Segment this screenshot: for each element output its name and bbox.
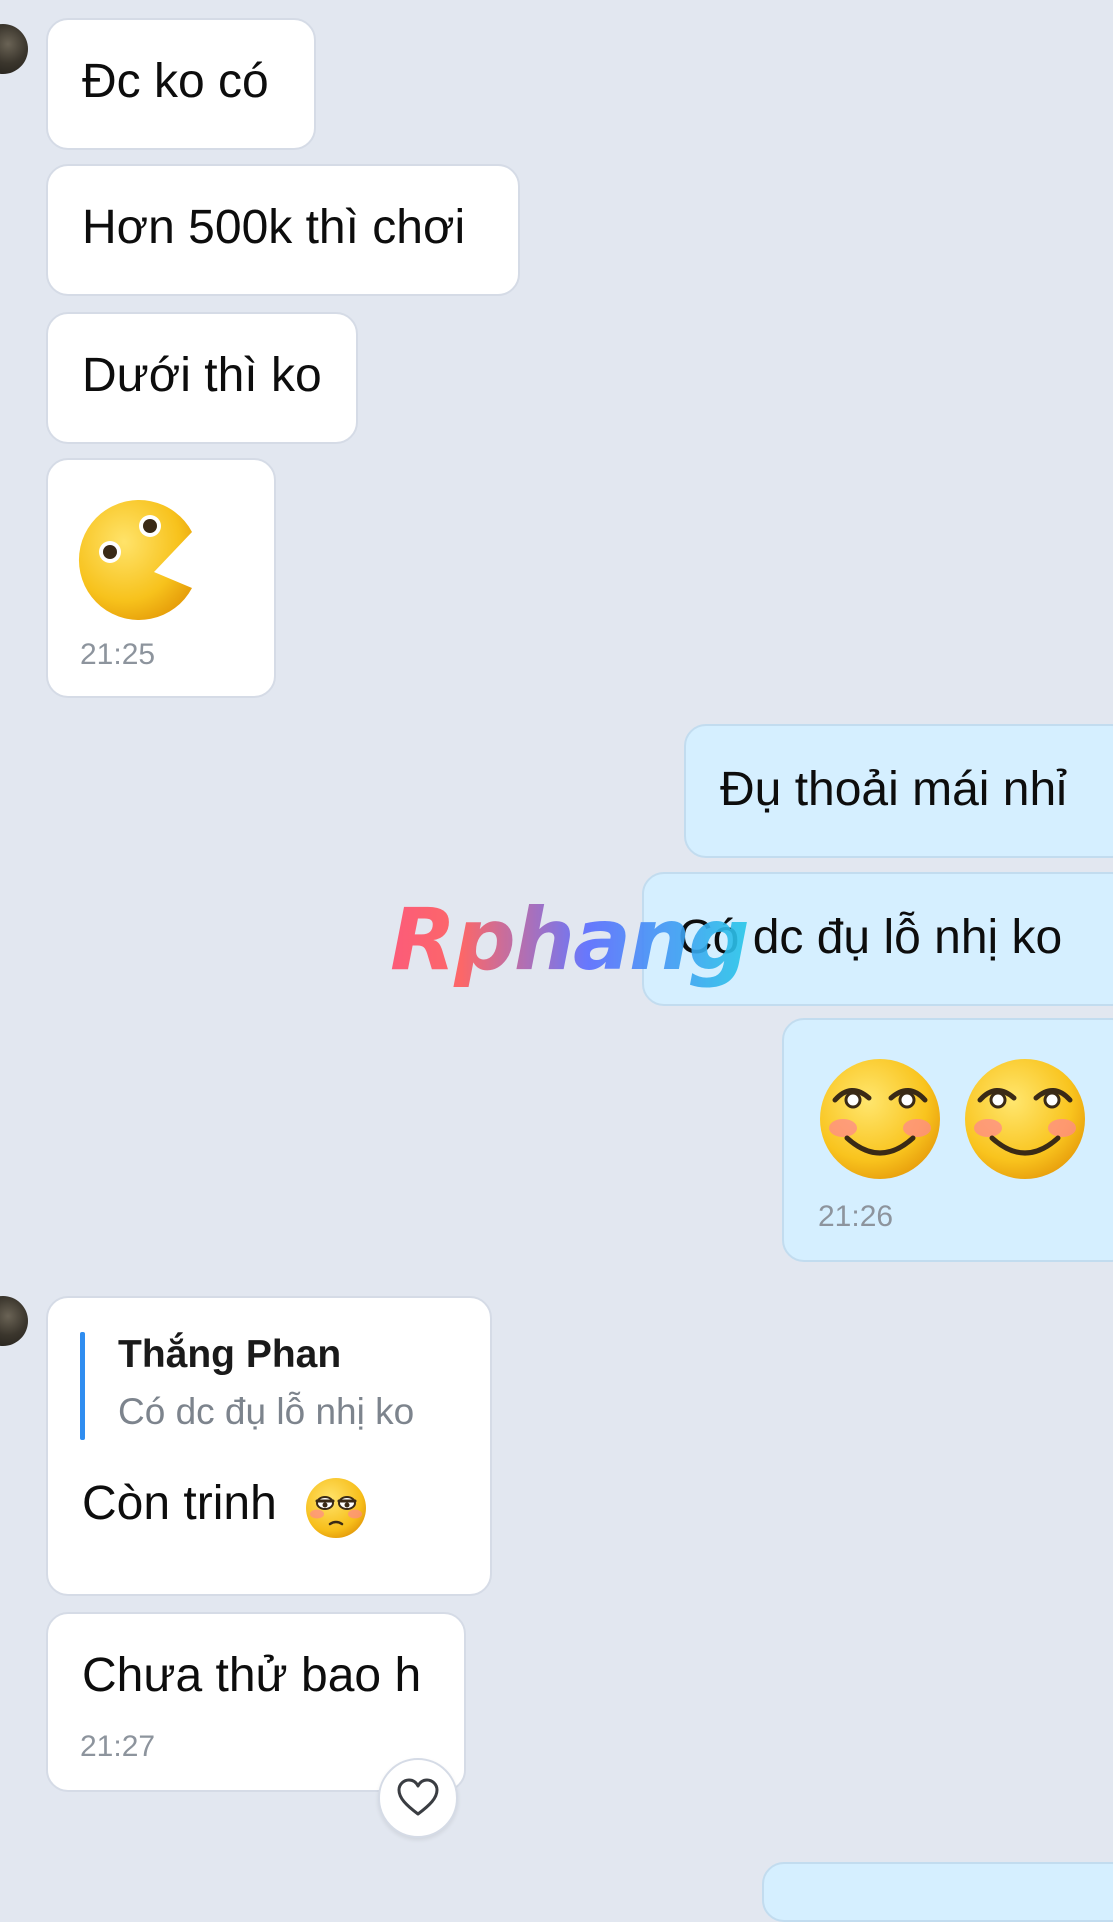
reply-quote-text: Có dc đụ lỗ nhị ko (118, 1391, 415, 1432)
reply-quote-sender: Thắng Phan (118, 1333, 342, 1376)
message-text: Đc ko có (82, 55, 269, 108)
pacman-face-sticker (78, 500, 192, 620)
shy-smile-sticker (820, 1059, 940, 1179)
message-timestamp: 21:26 (818, 1200, 894, 1233)
message-bubble-outgoing[interactable]: 21:26 (782, 1018, 1113, 1262)
message-bubble-incoming[interactable]: 21:25 (46, 458, 276, 698)
heart-outline-icon (397, 1778, 439, 1816)
message-text: Dưới thì ko (82, 349, 322, 402)
watermark-logo: Rphang (390, 890, 750, 990)
message-bubble-outgoing[interactable]: Đụ thoải mái nhỉ (684, 724, 1113, 858)
contact-avatar[interactable] (0, 24, 28, 74)
message-bubble-incoming[interactable]: Hơn 500k thì chơi (46, 164, 520, 296)
message-text: Hơn 500k thì chơi (82, 201, 466, 254)
message-text: Đụ thoải mái nhỉ (720, 763, 1067, 816)
reply-quote-bar (80, 1332, 85, 1440)
contact-avatar[interactable] (0, 1296, 28, 1346)
message-bubble-outgoing[interactable] (762, 1862, 1113, 1922)
message-bubble-incoming[interactable]: Thắng Phan Có dc đụ lỗ nhị ko Còn trinh (46, 1296, 492, 1596)
message-bubble-incoming[interactable]: Dưới thì ko (46, 312, 358, 444)
message-text: Còn trinh (82, 1477, 277, 1530)
tired-face-emoji (306, 1478, 366, 1538)
message-text: Chưa thử bao h (82, 1649, 422, 1702)
reaction-button[interactable] (378, 1758, 458, 1838)
message-timestamp: 21:25 (80, 638, 156, 671)
shy-smile-sticker (965, 1059, 1085, 1179)
message-bubble-incoming[interactable]: Đc ko có (46, 18, 316, 150)
message-timestamp: 21:27 (80, 1730, 156, 1763)
